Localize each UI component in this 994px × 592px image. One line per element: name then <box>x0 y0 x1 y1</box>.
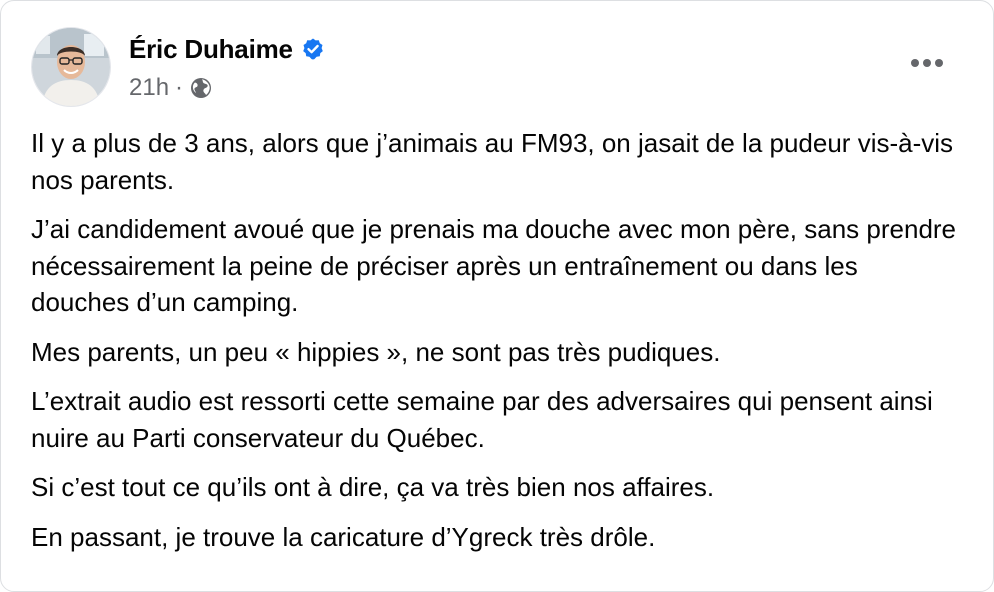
globe-icon[interactable] <box>189 76 213 100</box>
post-body: Il y a plus de 3 ans, alors que j’animai… <box>31 125 961 568</box>
post-paragraph: Mes parents, un peu « hippies », ne sont… <box>31 336 721 367</box>
post-subline: 21h · <box>129 73 325 103</box>
author-row: Éric Duhaime <box>129 33 325 65</box>
post-meta: Éric Duhaime 21h · <box>129 27 325 103</box>
post-timestamp[interactable]: 21h <box>129 74 169 102</box>
separator-dot: · <box>175 74 184 101</box>
verified-badge-icon <box>301 37 325 61</box>
facebook-post-card: Éric Duhaime 21h · Il y a plus de 3 ans,… <box>0 0 994 592</box>
author-name[interactable]: Éric Duhaime <box>129 34 293 65</box>
avatar-photo <box>32 28 110 106</box>
post-header: Éric Duhaime 21h · <box>31 27 325 109</box>
post-paragraph: Il y a plus de 3 ans, alors que j’animai… <box>31 128 954 195</box>
post-paragraph: L’extrait audio est ressorti cette semai… <box>31 386 933 453</box>
author-avatar[interactable] <box>31 27 111 107</box>
post-paragraph: Si c’est tout ce qu’ils ont à dire, ça v… <box>31 472 715 502</box>
more-options-icon[interactable] <box>907 51 947 75</box>
post-paragraph: J’ai candidement avoué que je prenais ma… <box>31 214 957 317</box>
post-paragraph: En passant, je trouve la caricature d’Yg… <box>31 521 656 552</box>
